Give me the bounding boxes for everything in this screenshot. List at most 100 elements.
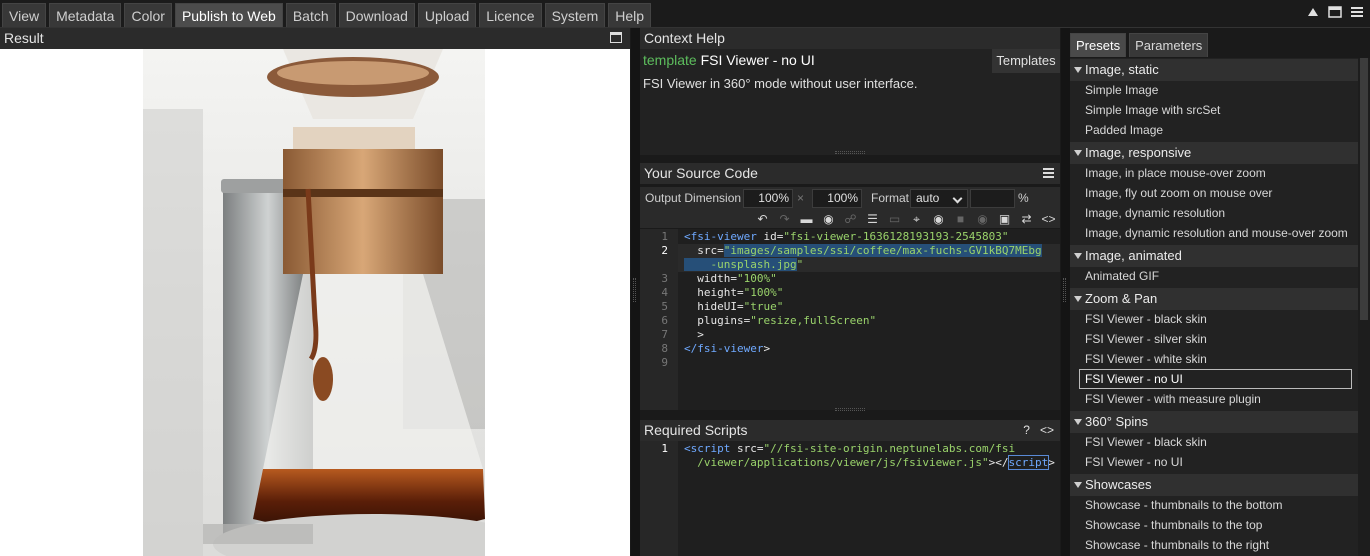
- tab-color[interactable]: Color: [124, 3, 172, 27]
- required-scripts-header: Required Scripts ? <>: [640, 420, 1060, 441]
- menu-icon[interactable]: [1350, 6, 1364, 20]
- redo-icon[interactable]: ↷: [775, 211, 794, 227]
- right-splitter[interactable]: [1061, 28, 1070, 556]
- result-panel-header: Result: [0, 28, 630, 49]
- code-line: hideUI="true": [684, 300, 784, 313]
- resize-grip-icon[interactable]: [835, 408, 865, 411]
- tab-licence[interactable]: Licence: [479, 3, 542, 27]
- result-preview: [0, 49, 630, 556]
- preset-item[interactable]: FSI Viewer - black skin: [1079, 309, 1352, 329]
- folder-icon[interactable]: ■: [951, 211, 970, 227]
- preset-item[interactable]: Image, dynamic resolution: [1079, 203, 1352, 223]
- camera-icon[interactable]: ◉: [929, 211, 948, 227]
- preset-item[interactable]: Simple Image: [1079, 80, 1352, 100]
- tab-download[interactable]: Download: [338, 3, 415, 27]
- palette-icon[interactable]: ◉: [973, 211, 992, 227]
- tab-help[interactable]: Help: [608, 3, 652, 27]
- tab-metadata[interactable]: Metadata: [49, 3, 122, 27]
- tab-upload[interactable]: Upload: [417, 3, 477, 27]
- link-icon[interactable]: ☍: [841, 211, 860, 227]
- splitter-grip-icon: [633, 278, 636, 302]
- section-image-static[interactable]: Image, static: [1070, 59, 1358, 81]
- crop-icon[interactable]: ⌖: [907, 211, 926, 227]
- templates-button[interactable]: Templates: [992, 49, 1060, 73]
- line-number: 9: [661, 356, 668, 369]
- code-line: height="100%": [684, 286, 784, 299]
- code-icon[interactable]: <>: [1039, 211, 1058, 227]
- source-code-editor[interactable]: 1 2 3 4 5 6 7 8 9 <fsi-viewer id="fsi-vi…: [640, 229, 1060, 411]
- template-name: FSI Viewer - no UI: [700, 52, 815, 68]
- tab-view[interactable]: View: [2, 3, 47, 27]
- line-number: 8: [661, 342, 668, 355]
- code-icon[interactable]: <>: [1040, 423, 1054, 437]
- code-swap-icon[interactable]: ⇄: [1017, 211, 1036, 227]
- window-icon[interactable]: [1328, 6, 1342, 20]
- line-number: 2: [661, 244, 668, 257]
- output-height-input[interactable]: 100%: [812, 189, 862, 208]
- code-line: /viewer/applications/viewer/js/fsiviewer…: [684, 455, 1055, 470]
- output-width-input[interactable]: 100%: [743, 189, 793, 208]
- menu-icon[interactable]: [1043, 168, 1054, 178]
- preset-item[interactable]: Image, dynamic resolution and mouse-over…: [1079, 223, 1352, 243]
- line-number: 5: [661, 300, 668, 313]
- code-line: width="100%": [684, 272, 777, 285]
- tab-batch[interactable]: Batch: [285, 3, 336, 27]
- preset-item[interactable]: Image, fly out zoom on mouse over: [1079, 183, 1352, 203]
- line-number: 1: [661, 442, 668, 455]
- tab-presets[interactable]: Presets: [1070, 33, 1127, 57]
- code-line: >: [684, 328, 704, 341]
- right-panel-tabs: Presets Parameters: [1070, 33, 1209, 57]
- preset-item[interactable]: Animated GIF: [1079, 266, 1352, 286]
- required-scripts-editor[interactable]: 1 <script src="//fsi-site-origin.neptune…: [640, 441, 1060, 556]
- sliders-icon[interactable]: ☰: [863, 211, 882, 227]
- block-icon[interactable]: ▬: [797, 211, 816, 227]
- code-line: src="images/samples/ssi/coffee/max-fuchs…: [684, 244, 1042, 257]
- minimize-triangle-icon[interactable]: [1306, 6, 1320, 20]
- section-image-responsive[interactable]: Image, responsive: [1070, 142, 1358, 164]
- preset-item[interactable]: FSI Viewer - no UI: [1079, 452, 1352, 472]
- preset-item[interactable]: Padded Image: [1079, 120, 1352, 140]
- target-icon[interactable]: ◉: [819, 211, 838, 227]
- required-scripts-title: Required Scripts: [644, 422, 748, 438]
- source-code-toolbar: ↶ ↷ ▬ ◉ ☍ ☰ ▭ ⌖ ◉ ■ ◉ ▣ ⇄ <>: [640, 210, 1060, 228]
- tab-publish-to-web[interactable]: Publish to Web: [174, 3, 283, 27]
- main-tabs: View Metadata Color Publish to Web Batch…: [2, 3, 652, 27]
- percent-symbol: %: [1018, 191, 1029, 205]
- format-select[interactable]: auto: [910, 189, 968, 208]
- section-image-animated[interactable]: Image, animated: [1070, 245, 1358, 267]
- preset-item[interactable]: Showcase - thumbnails to the top: [1079, 515, 1352, 535]
- preset-item-selected[interactable]: FSI Viewer - no UI: [1079, 369, 1352, 389]
- help-icon[interactable]: ?: [1023, 423, 1030, 437]
- tab-parameters[interactable]: Parameters: [1129, 33, 1209, 57]
- preset-item[interactable]: Showcase - thumbnails to the right: [1079, 535, 1352, 555]
- section-zoom-pan[interactable]: Zoom & Pan: [1070, 288, 1358, 310]
- times-symbol: ×: [797, 191, 805, 205]
- preset-item[interactable]: Showcase - thumbnails to the bottom: [1079, 495, 1352, 515]
- undo-icon[interactable]: ↶: [753, 211, 772, 227]
- context-help-title: Context Help: [644, 30, 725, 46]
- no-crop-icon[interactable]: ▭: [885, 211, 904, 227]
- preset-item[interactable]: FSI Viewer - white skin: [1079, 349, 1352, 369]
- section-360-spins[interactable]: 360° Spins: [1070, 411, 1358, 433]
- presets-scrollbar[interactable]: [1358, 58, 1370, 556]
- left-splitter[interactable]: [631, 28, 640, 556]
- source-code-header: Your Source Code: [640, 163, 1060, 184]
- line-gutter: 1: [640, 441, 678, 556]
- maximize-icon[interactable]: [610, 32, 622, 43]
- embed-icon[interactable]: ▣: [995, 211, 1014, 227]
- section-showcases[interactable]: Showcases: [1070, 474, 1358, 496]
- code-line: <fsi-viewer id="fsi-viewer-1636128193193…: [684, 230, 1009, 243]
- preset-item[interactable]: FSI Viewer - with measure plugin: [1079, 389, 1352, 409]
- resize-grip-icon[interactable]: [835, 151, 865, 154]
- quality-input[interactable]: [970, 189, 1015, 208]
- preset-item[interactable]: Simple Image with srcSet: [1079, 100, 1352, 120]
- format-label: Format: [871, 191, 910, 205]
- preset-item[interactable]: FSI Viewer - black skin: [1079, 432, 1352, 452]
- scrollbar-thumb[interactable]: [1360, 58, 1368, 320]
- presets-list: Image, static Simple Image Simple Image …: [1070, 58, 1358, 556]
- preset-item[interactable]: Image, in place mouse-over zoom: [1079, 163, 1352, 183]
- line-gutter: 1 2 3 4 5 6 7 8 9: [640, 229, 678, 410]
- tab-system[interactable]: System: [544, 3, 606, 27]
- preset-item[interactable]: FSI Viewer - silver skin: [1079, 329, 1352, 349]
- main-tab-bar: View Metadata Color Publish to Web Batch…: [0, 0, 1370, 28]
